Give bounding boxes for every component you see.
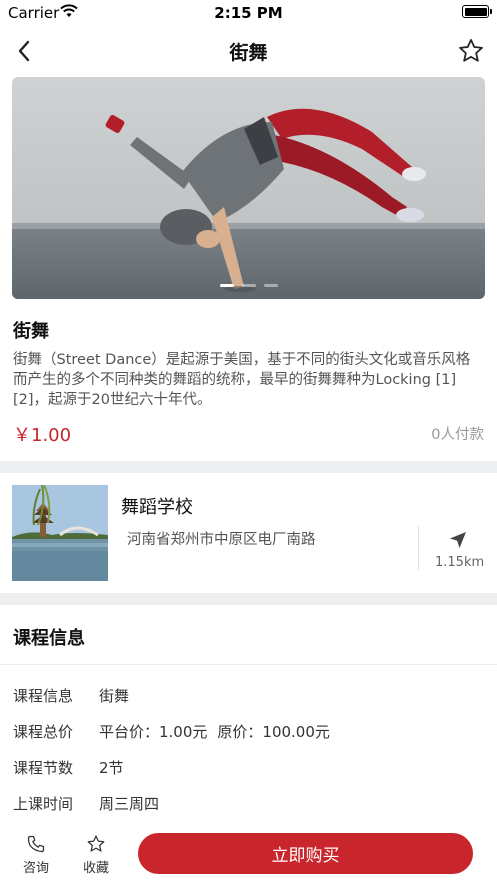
info-row-schedule: 上课时间 周三周四 (13, 793, 159, 814)
consult-button[interactable]: 咨询 (16, 834, 56, 876)
course-description: 街舞（Street Dance）是起源于美国，基于不同的街头文化或音乐风格而产生… (13, 352, 471, 408)
section-separator (0, 593, 497, 605)
collect-button[interactable]: 收藏 (76, 834, 116, 876)
star-outline-icon (459, 39, 483, 62)
course-title: 街舞 (13, 321, 49, 342)
collect-label: 收藏 (82, 861, 109, 876)
school-name: 舞蹈学校 (121, 497, 193, 518)
course-info-header: 课程信息 (13, 628, 85, 649)
clock: 2:15 PM (214, 4, 283, 22)
paid-count: 0人付款 (431, 427, 484, 443)
info-label: 课程信息 (13, 687, 74, 705)
divider (0, 664, 497, 665)
info-row-course: 课程信息 街舞 (13, 685, 129, 706)
info-row-total-price: 课程总价 平台价：1.00元 原价：100.00元 (13, 721, 330, 742)
battery-icon (462, 5, 492, 18)
info-label: 上课时间 (13, 795, 74, 813)
course-price: ￥1.00 (13, 425, 72, 446)
school-thumbnail (12, 485, 108, 581)
consult-label: 咨询 (22, 861, 49, 876)
info-row-lesson-count: 课程节数 2节 (13, 757, 124, 778)
favorite-button[interactable] (457, 37, 485, 65)
original-price: 原价：100.00元 (217, 723, 330, 741)
school-address: 河南省郑州市中原区电厂南路 (127, 532, 316, 548)
section-separator (0, 461, 497, 473)
platform-price: 平台价：1.00元 (99, 723, 208, 741)
carousel-dot (241, 284, 256, 287)
carousel-indicator (12, 284, 485, 287)
carousel-dot (263, 284, 278, 287)
info-label: 课程总价 (13, 723, 74, 741)
bottom-action-bar: 咨询 收藏 立即购买 (0, 826, 497, 883)
info-value: 2节 (99, 759, 124, 777)
info-value: 周三周四 (99, 795, 160, 813)
star-outline-icon (87, 835, 105, 852)
info-label: 课程节数 (13, 759, 74, 777)
school-distance: 1.15km (435, 555, 485, 570)
page-title: 街舞 (229, 42, 268, 64)
navigation-bar: 街舞 (0, 28, 497, 74)
carousel-dot (219, 284, 234, 287)
buy-now-button[interactable]: 立即购买 (138, 833, 473, 874)
navigation-arrow-icon[interactable] (449, 531, 467, 549)
status-bar: Carrier 2:15 PM (0, 0, 497, 26)
school-card[interactable]: 舞蹈学校 河南省郑州市中原区电厂南路 1.15km (0, 473, 497, 593)
divider (418, 526, 419, 570)
info-value: 街舞 (99, 687, 130, 705)
phone-icon (27, 835, 45, 853)
image-carousel[interactable] (12, 77, 485, 299)
banner-image (12, 77, 485, 299)
